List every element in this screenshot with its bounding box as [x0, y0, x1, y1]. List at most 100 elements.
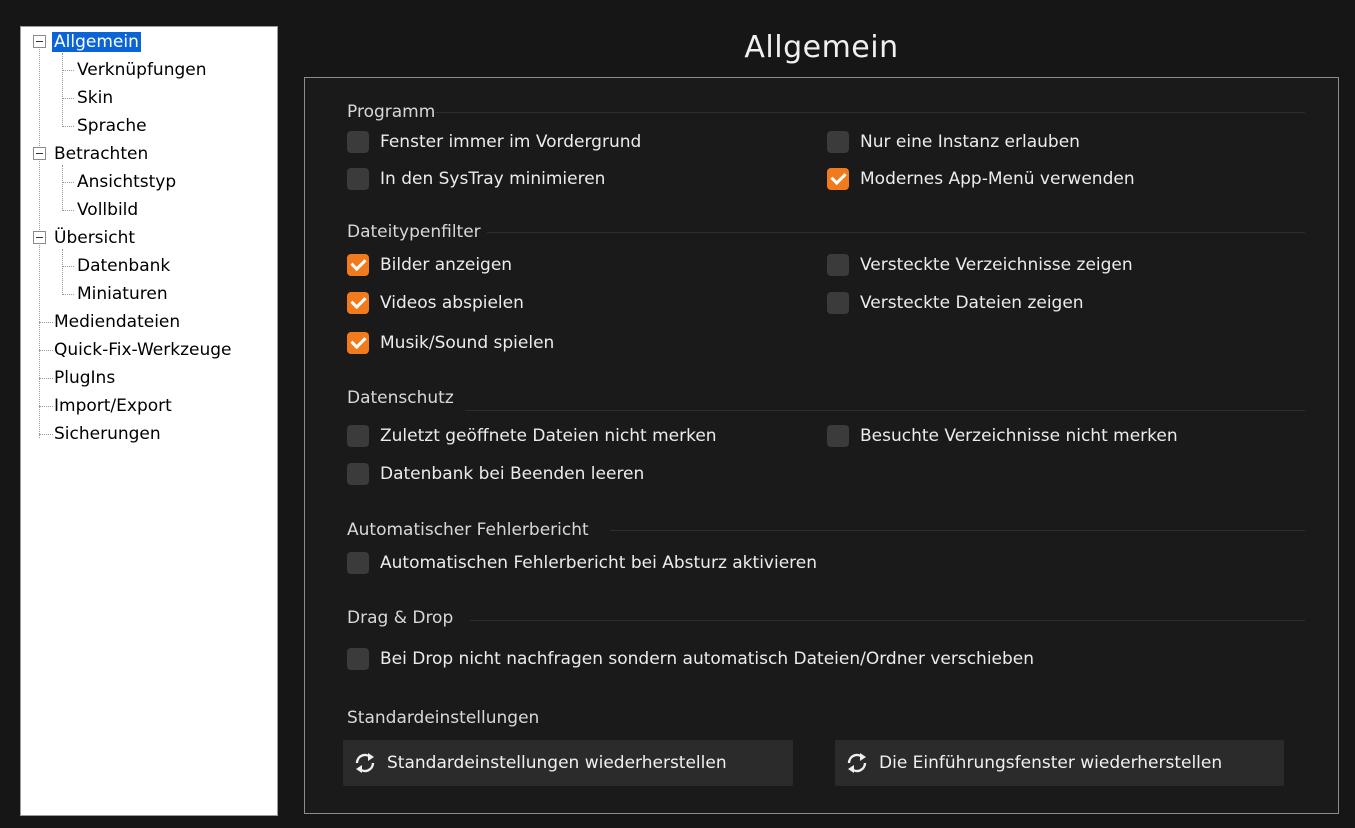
button-label: Standardeinstellungen wiederherstellen — [387, 753, 727, 773]
tree-item-label: Miniaturen — [77, 284, 168, 304]
tree-connector — [62, 165, 63, 209]
tree-item-label: Ansichtstyp — [77, 172, 177, 192]
option-bilder[interactable]: Bilder anzeigen — [347, 251, 512, 279]
checkbox[interactable] — [827, 292, 849, 314]
option-versteckte-dateien[interactable]: Versteckte Dateien zeigen — [827, 289, 1084, 317]
tree-item-label: Mediendateien — [54, 312, 181, 332]
option-fehlerbericht[interactable]: Automatischen Fehlerbericht bei Absturz … — [347, 549, 817, 577]
section-divider — [487, 232, 1305, 233]
checkbox-checked[interactable] — [347, 254, 369, 276]
checkbox-checked[interactable] — [347, 332, 369, 354]
tree-item-import-export[interactable]: Import/Export — [52, 393, 174, 419]
tree-item-label: Datenbank — [77, 256, 171, 276]
tree-connector — [62, 249, 63, 293]
checkbox-checked[interactable] — [347, 292, 369, 314]
tree-item-label: Betrachten — [54, 144, 149, 164]
section-divider — [435, 112, 1305, 113]
tree-item-verknuepfungen[interactable]: Verknüpfungen — [75, 57, 209, 83]
restore-intro-windows-button[interactable]: Die Einführungsfenster wiederherstellen — [835, 740, 1284, 786]
option-systray[interactable]: In den SysTray minimieren — [347, 165, 605, 193]
tree-item-label: Übersicht — [54, 228, 136, 248]
section-title-datenschutz: Datenschutz — [347, 388, 454, 408]
option-label: Zuletzt geöffnete Dateien nicht merken — [380, 426, 717, 446]
section-divider — [610, 530, 1305, 531]
tree-item-sprache[interactable]: Sprache — [75, 113, 149, 139]
tree-item-label: Sicherungen — [54, 424, 161, 444]
tree-connector — [62, 53, 63, 125]
option-label: Bilder anzeigen — [380, 255, 513, 275]
tree-connector — [39, 406, 53, 407]
checkbox[interactable] — [347, 648, 369, 670]
option-drop-verschieben[interactable]: Bei Drop nicht nachfragen sondern automa… — [347, 645, 1034, 673]
tree-item-miniaturen[interactable]: Miniaturen — [75, 281, 170, 307]
section-divider — [470, 620, 1305, 621]
tree-item-sicherungen[interactable]: Sicherungen — [52, 421, 163, 447]
tree-item-mediendateien[interactable]: Mediendateien — [52, 309, 182, 335]
section-title-drag-drop: Drag & Drop — [347, 608, 454, 628]
tree-item-datenbank[interactable]: Datenbank — [75, 253, 172, 279]
tree-item-label: Vollbild — [77, 200, 139, 220]
checkbox[interactable] — [827, 254, 849, 276]
tree-connector — [62, 294, 74, 295]
option-label: In den SysTray minimieren — [380, 169, 606, 189]
checkbox[interactable] — [347, 463, 369, 485]
collapse-icon[interactable] — [33, 35, 46, 48]
section-title-fehlerbericht: Automatischer Fehlerbericht — [347, 520, 589, 540]
option-label: Bei Drop nicht nachfragen sondern automa… — [380, 649, 1035, 669]
tree-item-label: Import/Export — [54, 396, 172, 416]
checkbox[interactable] — [347, 131, 369, 153]
tree-connector — [62, 70, 74, 71]
checkbox[interactable] — [827, 425, 849, 447]
checkbox-checked[interactable] — [827, 168, 849, 190]
option-eine-instanz[interactable]: Nur eine Instanz erlauben — [827, 128, 1080, 156]
checkbox[interactable] — [827, 131, 849, 153]
option-fenster-vordergrund[interactable]: Fenster immer im Vordergrund — [347, 128, 641, 156]
settings-panel: Programm Fenster immer im Vordergrund Nu… — [304, 77, 1339, 814]
tree-item-allgemein[interactable]: Allgemein — [33, 29, 141, 55]
tree-connector — [39, 378, 53, 379]
section-title-standardeinstellungen: Standardeinstellungen — [347, 708, 540, 728]
option-videos[interactable]: Videos abspielen — [347, 289, 524, 317]
option-label: Besuchte Verzeichnisse nicht merken — [860, 426, 1178, 446]
option-label: Versteckte Dateien zeigen — [860, 293, 1084, 313]
section-title-dateitypenfilter: Dateitypenfilter — [347, 222, 481, 242]
option-zuletzt-geoeffnet[interactable]: Zuletzt geöffnete Dateien nicht merken — [347, 422, 717, 450]
tree-item-label: Sprache — [77, 116, 147, 136]
tree-connector — [62, 266, 74, 267]
checkbox[interactable] — [347, 168, 369, 190]
tree-item-skin[interactable]: Skin — [75, 85, 115, 111]
option-label: Musik/Sound spielen — [380, 333, 555, 353]
tree-connector — [62, 126, 74, 127]
option-label: Fenster immer im Vordergrund — [380, 132, 642, 152]
tree-item-quick-fix[interactable]: Quick-Fix-Werkzeuge — [52, 337, 234, 363]
restore-defaults-button[interactable]: Standardeinstellungen wiederherstellen — [343, 740, 793, 786]
refresh-icon — [355, 753, 375, 773]
tree-item-label: Skin — [77, 88, 114, 108]
tree-connector — [62, 210, 74, 211]
tree-item-label: PlugIns — [54, 368, 116, 388]
tree-item-label: Allgemein — [52, 32, 141, 52]
option-label: Datenbank bei Beenden leeren — [380, 464, 645, 484]
option-versteckte-verzeichnisse[interactable]: Versteckte Verzeichnisse zeigen — [827, 251, 1133, 279]
tree-item-vollbild[interactable]: Vollbild — [75, 197, 140, 223]
section-title-programm: Programm — [347, 102, 436, 122]
collapse-icon[interactable] — [33, 231, 46, 244]
section-divider — [465, 410, 1305, 411]
tree-item-ansichtstyp[interactable]: Ansichtstyp — [75, 169, 178, 195]
option-besuchte-verzeichnisse[interactable]: Besuchte Verzeichnisse nicht merken — [827, 422, 1178, 450]
tree-item-uebersicht[interactable]: Übersicht — [33, 225, 137, 251]
settings-tree[interactable]: Allgemein Verknüpfungen Skin Sprache Bet… — [20, 26, 278, 816]
tree-item-betrachten[interactable]: Betrachten — [33, 141, 150, 167]
option-app-menu[interactable]: Modernes App-Menü verwenden — [827, 165, 1135, 193]
tree-item-plugins[interactable]: PlugIns — [52, 365, 117, 391]
checkbox[interactable] — [347, 552, 369, 574]
button-label: Die Einführungsfenster wiederherstellen — [879, 753, 1223, 773]
collapse-icon[interactable] — [33, 147, 46, 160]
tree-connector — [39, 322, 53, 323]
tree-connector — [39, 434, 53, 435]
tree-item-label: Verknüpfungen — [77, 60, 207, 80]
checkbox[interactable] — [347, 425, 369, 447]
page-title: Allgemein — [744, 30, 899, 65]
option-datenbank-leeren[interactable]: Datenbank bei Beenden leeren — [347, 460, 644, 488]
option-musik[interactable]: Musik/Sound spielen — [347, 329, 554, 357]
